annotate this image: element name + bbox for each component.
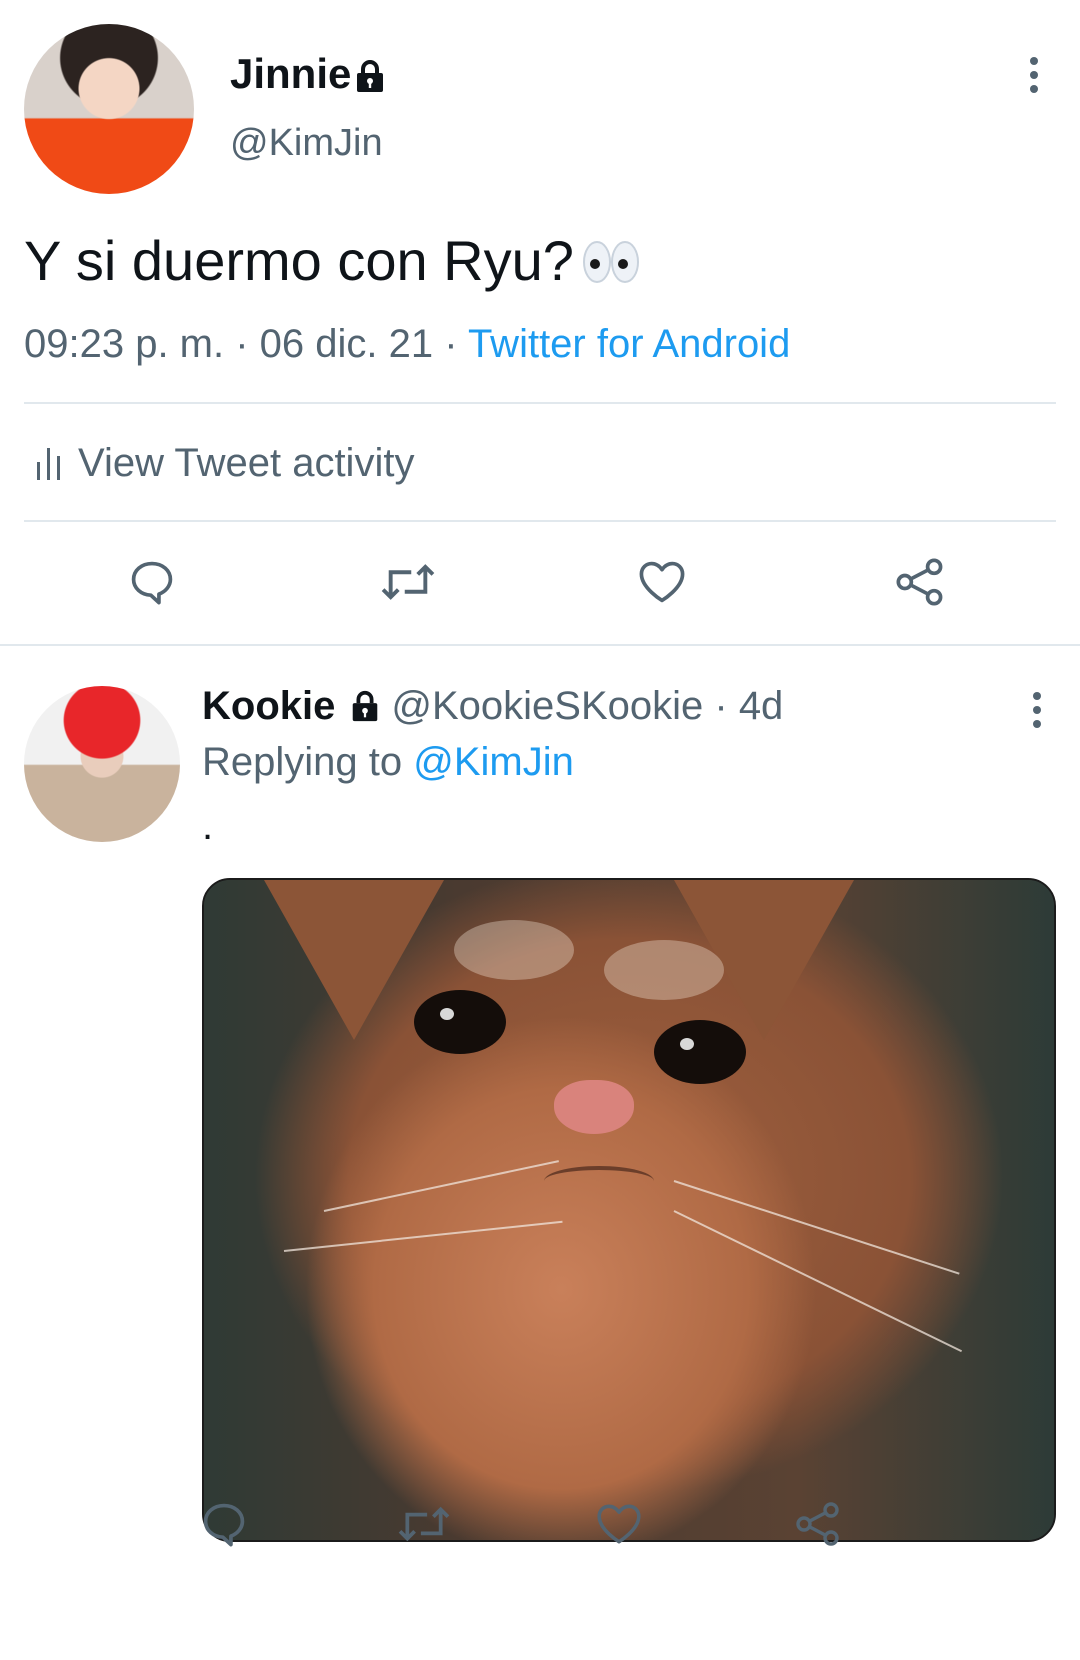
retweet-icon [398,1506,450,1542]
reply-time: · 4d [703,684,784,728]
tweet-text: Y si duermo con Ryu? [24,229,574,292]
reply-author-handle[interactable]: @KookieSKookie [391,684,703,728]
like-icon [639,561,685,603]
share-icon [896,558,943,606]
replying-prefix: Replying to [202,740,414,784]
reply-header: Kookie @KookieSKookie · 4d [202,684,783,729]
reply-author-name[interactable]: Kookie [202,684,335,728]
author-name[interactable]: Jinnie [230,50,351,98]
reply-author-avatar[interactable] [24,686,180,842]
tweet-media-image[interactable] [202,878,1056,1542]
author-handle[interactable]: @KimJin [230,122,383,165]
retweet-icon [381,564,435,600]
eyes-emoji-icon [583,241,639,283]
cat-nose [554,1080,634,1134]
lock-icon [357,60,383,92]
author-avatar[interactable] [24,24,194,194]
analytics-icon [37,448,60,480]
retweet-button[interactable] [394,1494,454,1554]
activity-label: View Tweet activity [78,440,415,485]
cat-brow [454,920,574,980]
main-tweet: Jinnie @KimJin Y si duermo con Ryu? 09:2… [0,0,1080,644]
cat-eye [414,990,506,1054]
source-link[interactable]: Twitter for Android [468,322,790,366]
like-button[interactable] [632,552,692,612]
replying-to: Replying to @KimJin [202,740,574,785]
retweet-button[interactable] [378,552,438,612]
reply-button[interactable] [122,552,182,612]
cat-mouth [544,1166,654,1196]
divider [24,520,1056,522]
more-options-icon[interactable] [1025,690,1049,730]
view-tweet-activity[interactable]: View Tweet activity [36,438,414,488]
cat-eye [654,1020,746,1084]
timestamp: 09:23 p. m. · 06 dic. 21 · [24,322,468,366]
reply-icon [131,561,173,605]
like-icon [597,1504,641,1544]
divider [24,402,1056,404]
tweet-meta: 09:23 p. m. · 06 dic. 21 · Twitter for A… [24,322,790,367]
cat-brow [604,940,724,1000]
reply-text: . [202,804,214,848]
like-button[interactable] [589,1494,649,1554]
reply-button[interactable] [194,1494,254,1554]
share-icon [796,1502,839,1546]
reply-icon [203,1503,245,1547]
reply-tweet: Kookie @KookieSKookie · 4d Replying to @… [0,646,1080,1660]
lock-icon [353,690,378,722]
share-button[interactable] [890,552,950,612]
replying-to-mention[interactable]: @KimJin [413,740,574,784]
more-options-icon[interactable] [1022,55,1046,95]
share-button[interactable] [788,1494,848,1554]
